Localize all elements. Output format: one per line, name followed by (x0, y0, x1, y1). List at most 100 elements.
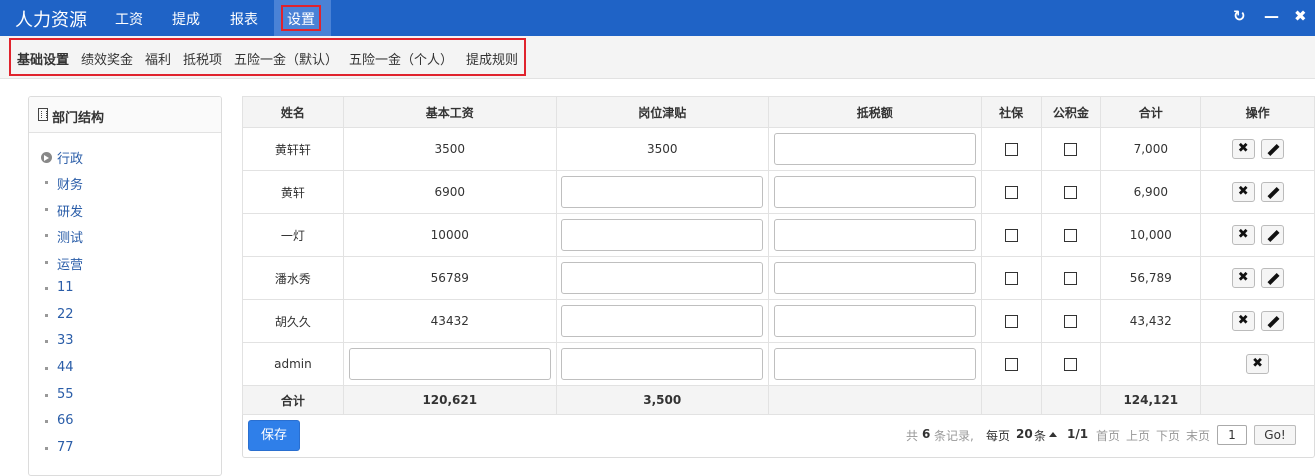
records-prefix: 共 (906, 429, 919, 443)
table-row: 胡久久 43432 43,432 ✖ (242, 299, 1315, 343)
summary-base-salary: 120,621 (342, 385, 557, 415)
close-icon: ✖ (1237, 141, 1249, 156)
tax-deduction-input[interactable] (773, 133, 976, 165)
edit-button[interactable] (1260, 225, 1284, 245)
tax-deduction-input[interactable] (773, 176, 976, 208)
allowance-input[interactable] (561, 219, 764, 251)
bullet-icon (45, 181, 48, 184)
dept-item[interactable]: 测试 (57, 227, 83, 246)
delete-button[interactable]: ✖ (1231, 225, 1255, 245)
subnav-insurance-personal[interactable]: 五险一金（个人） (349, 49, 453, 68)
dept-item[interactable]: 22 (57, 307, 74, 322)
social-insurance-checkbox[interactable] (1004, 315, 1018, 328)
dept-item[interactable]: 行政 (57, 148, 83, 167)
column-header: 岗位津贴 (555, 96, 769, 128)
close-icon: ✖ (1237, 227, 1249, 242)
housing-fund-checkbox[interactable] (1064, 272, 1078, 285)
page-number-input[interactable]: 1 (1217, 425, 1247, 445)
caret-up-icon (1049, 432, 1057, 437)
records-count: 6 (922, 427, 931, 441)
tax-deduction-input[interactable] (773, 348, 976, 380)
dept-item[interactable]: 66 (57, 413, 74, 428)
first-page-link[interactable]: 首页 (1096, 427, 1120, 444)
minimize-icon[interactable]: — (1264, 7, 1279, 25)
base-salary: 10000 (342, 213, 557, 257)
nav-reports[interactable]: 报表 (230, 9, 258, 29)
social-insurance-checkbox[interactable] (1004, 358, 1018, 371)
bullet-icon (45, 340, 48, 343)
delete-button[interactable]: ✖ (1231, 139, 1255, 159)
social-insurance-checkbox[interactable] (1004, 272, 1018, 285)
subnav-commission-rules[interactable]: 提成规则 (466, 49, 518, 68)
bullet-icon (45, 420, 48, 423)
table-row: 黄轩 6900 6,900 ✖ (242, 170, 1315, 214)
prev-page-link[interactable]: 上页 (1126, 427, 1150, 444)
social-insurance-checkbox[interactable] (1004, 229, 1018, 242)
dept-item[interactable]: 运营 (57, 254, 83, 273)
dept-item[interactable]: 11 (57, 280, 74, 295)
edit-button[interactable] (1260, 268, 1284, 288)
delete-button[interactable]: ✖ (1231, 182, 1255, 202)
dept-item[interactable]: 77 (57, 440, 74, 455)
delete-button[interactable]: ✖ (1246, 354, 1270, 374)
employee-name: 一灯 (242, 213, 344, 257)
per-page-label: 每页 (986, 429, 1011, 443)
dept-item[interactable]: 研发 (57, 201, 83, 220)
close-icon: ✖ (1252, 356, 1264, 371)
subnav-performance-bonus[interactable]: 绩效奖金 (81, 49, 133, 68)
housing-fund-checkbox[interactable] (1064, 358, 1078, 371)
nav-commission[interactable]: 提成 (172, 9, 200, 29)
housing-fund-checkbox[interactable] (1064, 186, 1078, 199)
housing-fund-checkbox[interactable] (1064, 143, 1078, 156)
column-header: 合计 (1100, 96, 1202, 128)
pencil-icon (1267, 186, 1280, 200)
row-total (1100, 342, 1202, 386)
column-header: 姓名 (242, 96, 344, 128)
next-page-link[interactable]: 下页 (1156, 427, 1180, 444)
allowance-input[interactable] (561, 348, 764, 380)
delete-button[interactable]: ✖ (1231, 311, 1255, 331)
column-header: 抵税额 (767, 96, 982, 128)
subnav-tax-deduction[interactable]: 抵税项 (183, 49, 222, 68)
bullet-icon (45, 447, 48, 450)
housing-fund-checkbox[interactable] (1064, 315, 1078, 328)
base-salary-input[interactable] (348, 348, 551, 380)
tax-deduction-input[interactable] (773, 219, 976, 251)
employee-name: admin (242, 342, 344, 386)
department-panel: 部门结构 行政 财务 研发 测试 运营 11 22 33 44 55 66 77 (28, 96, 222, 476)
close-icon: ✖ (1237, 270, 1249, 285)
housing-fund-checkbox[interactable] (1064, 229, 1078, 242)
social-insurance-checkbox[interactable] (1004, 143, 1018, 156)
edit-button[interactable] (1260, 311, 1284, 331)
edit-button[interactable] (1260, 139, 1284, 159)
social-insurance-checkbox[interactable] (1004, 186, 1018, 199)
bullet-icon (45, 261, 48, 264)
bullet-icon (45, 394, 48, 397)
allowance-input[interactable] (561, 176, 764, 208)
go-button[interactable]: Go! (1254, 425, 1296, 445)
dept-item[interactable]: 44 (57, 360, 74, 375)
allowance-input[interactable] (561, 305, 764, 337)
allowance-input[interactable] (561, 262, 764, 294)
dept-item[interactable]: 33 (57, 333, 74, 348)
edit-button[interactable] (1260, 182, 1284, 202)
delete-button[interactable]: ✖ (1231, 268, 1255, 288)
subnav-welfare[interactable]: 福利 (145, 49, 171, 68)
tax-deduction-input[interactable] (773, 262, 976, 294)
employee-name: 黄轩 (242, 170, 344, 214)
tax-deduction-input[interactable] (773, 305, 976, 337)
subnav-basic-settings[interactable]: 基础设置 (17, 49, 69, 68)
row-total: 10,000 (1100, 213, 1202, 257)
last-page-link[interactable]: 末页 (1186, 427, 1210, 444)
nav-settings[interactable]: 设置 (287, 9, 315, 29)
per-page-value[interactable]: 20 (1016, 427, 1033, 441)
dept-item[interactable]: 55 (57, 387, 74, 402)
refresh-icon[interactable]: ↻ (1233, 7, 1246, 25)
table-row: admin ✖ (242, 342, 1315, 386)
dept-item[interactable]: 财务 (57, 174, 83, 193)
nav-salary[interactable]: 工资 (115, 9, 143, 29)
subnav-insurance-default[interactable]: 五险一金（默认） (234, 49, 338, 68)
per-page-dropdown[interactable] (1049, 427, 1057, 441)
save-button[interactable]: 保存 (248, 420, 300, 451)
close-icon[interactable]: ✖ (1294, 7, 1307, 25)
